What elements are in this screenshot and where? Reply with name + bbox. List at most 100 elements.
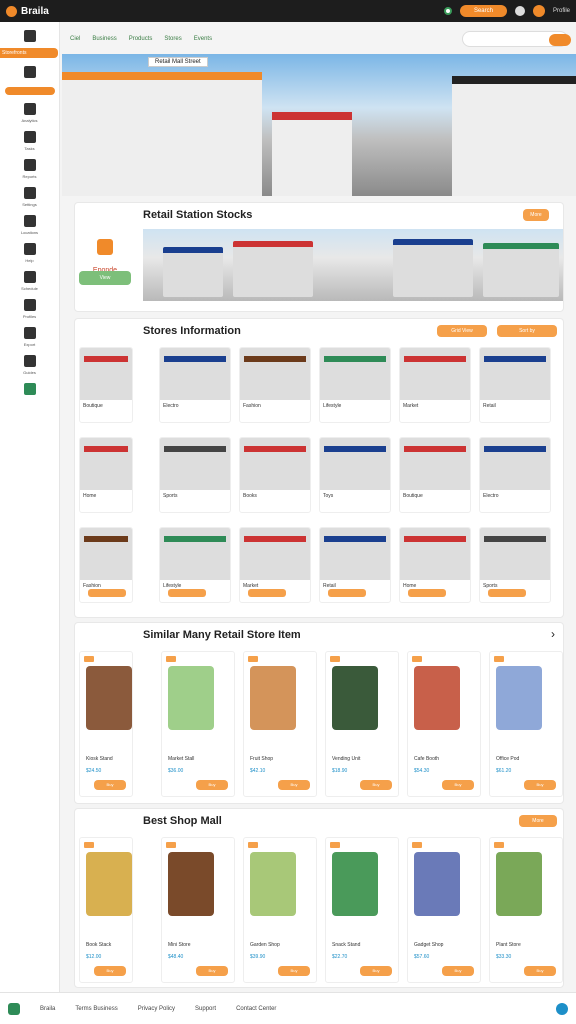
store-tile[interactable]: Market: [399, 347, 471, 423]
product-card[interactable]: Garden Shop $39.90 Buy: [243, 837, 317, 983]
store-photo: [480, 528, 550, 580]
buy-button[interactable]: Buy: [524, 966, 556, 976]
store-tile[interactable]: Toys: [319, 437, 391, 513]
help-icon[interactable]: [556, 1002, 568, 1015]
tab-ciel[interactable]: Ciel: [70, 36, 80, 42]
store-button[interactable]: [168, 589, 206, 597]
settings-icon[interactable]: [514, 6, 525, 16]
store-caption: Boutique: [403, 493, 423, 499]
store-button[interactable]: [248, 589, 286, 597]
sidebar-item-profiles[interactable]: Profiles: [0, 299, 59, 319]
footer-link[interactable]: Privacy Policy: [138, 1006, 175, 1012]
sidebar-item-locations[interactable]: Locations: [0, 215, 59, 235]
tab-products[interactable]: Products: [129, 36, 153, 42]
tab-stores[interactable]: Stores: [164, 36, 181, 42]
avatar[interactable]: [532, 5, 545, 17]
buy-button[interactable]: Buy: [360, 966, 392, 976]
sidebar-item-help[interactable]: Help: [0, 243, 59, 263]
store-tile[interactable]: Lifestyle: [159, 527, 231, 603]
sidebar-item-export[interactable]: Export: [0, 327, 59, 347]
product-card[interactable]: Mini Store $48.40 Buy: [161, 837, 235, 983]
product-price: $22.70: [332, 954, 348, 960]
product-card[interactable]: Office Pod $61.20 Buy: [489, 651, 563, 797]
store-tile[interactable]: Lifestyle: [319, 347, 391, 423]
buy-button[interactable]: Buy: [94, 780, 126, 790]
product-card[interactable]: Cafe Booth $54.30 Buy: [407, 651, 481, 797]
status-icon[interactable]: [443, 7, 452, 15]
sidebar-item-analytics[interactable]: Analytics: [0, 103, 59, 123]
product-tag: [84, 656, 94, 662]
footer-link[interactable]: Terms Business: [75, 1006, 117, 1012]
store-tile[interactable]: Fashion: [239, 347, 311, 423]
store-photo: [80, 348, 132, 400]
product-tag: [166, 656, 176, 662]
product-card[interactable]: Plant Store $33.30 Buy: [489, 837, 563, 983]
store-tile[interactable]: Electro: [479, 437, 551, 513]
product-price: $54.30: [414, 768, 430, 774]
store-tile[interactable]: Retail: [319, 527, 391, 603]
store-button[interactable]: [408, 589, 446, 597]
buy-button[interactable]: Buy: [278, 780, 310, 790]
store-tile[interactable]: Electro: [159, 347, 231, 423]
sidebar-item-reports[interactable]: Reports: [0, 159, 59, 179]
store-button[interactable]: [88, 589, 126, 597]
store-tile[interactable]: Boutique: [399, 437, 471, 513]
sidebar-item-guides[interactable]: Guides: [0, 355, 59, 375]
shop-facade: [233, 241, 313, 297]
store-tile[interactable]: Market: [239, 527, 311, 603]
store-tile[interactable]: Sports: [479, 527, 551, 603]
store-caption: Books: [243, 493, 257, 499]
grid-view-button[interactable]: Grid View: [437, 325, 487, 337]
store-tile[interactable]: Home: [399, 527, 471, 603]
sort-button[interactable]: Sort by: [497, 325, 557, 337]
store-tile[interactable]: Retail: [479, 347, 551, 423]
product-card[interactable]: Fruit Shop $42.10 Buy: [243, 651, 317, 797]
product-card[interactable]: Market Stall $36.00 Buy: [161, 651, 235, 797]
product-card[interactable]: Book Stack $12.00 Buy: [79, 837, 133, 983]
toggle-switch[interactable]: [549, 34, 571, 46]
account-label[interactable]: Profile: [553, 8, 570, 14]
buy-button[interactable]: Buy: [94, 966, 126, 976]
buy-button[interactable]: Buy: [360, 780, 392, 790]
buy-button[interactable]: Buy: [524, 780, 556, 790]
sidebar-item-storefronts[interactable]: Storefronts: [0, 48, 58, 58]
product-name: Mini Store: [168, 942, 191, 948]
product-card[interactable]: Snack Stand $22.70 Buy: [325, 837, 399, 983]
store-tile[interactable]: Books: [239, 437, 311, 513]
product-price: $42.10: [250, 768, 266, 774]
buy-button[interactable]: Buy: [278, 966, 310, 976]
buy-button[interactable]: Buy: [442, 780, 474, 790]
chevron-right-icon[interactable]: ›: [551, 627, 555, 641]
store-tile[interactable]: Home: [79, 437, 133, 513]
mall-more-button[interactable]: More: [519, 815, 557, 827]
footer-link[interactable]: Support: [195, 1006, 216, 1012]
store-tile[interactable]: Boutique: [79, 347, 133, 423]
search-input[interactable]: [462, 31, 571, 47]
sidebar-item-store[interactable]: [0, 383, 59, 398]
sidebar-item-home[interactable]: [0, 30, 59, 45]
featured-more-button[interactable]: More: [523, 209, 549, 221]
sidebar-item-tasks[interactable]: Tasks: [0, 131, 59, 151]
sidebar-item-settings[interactable]: Settings: [0, 187, 59, 207]
buy-button[interactable]: Buy: [196, 780, 228, 790]
product-card[interactable]: Gadget Shop $57.60 Buy: [407, 837, 481, 983]
sidebar-pill[interactable]: [4, 87, 55, 95]
buy-button[interactable]: Buy: [442, 966, 474, 976]
sidebar-item-inventory[interactable]: [0, 66, 59, 95]
featured-view-button[interactable]: View: [79, 271, 131, 285]
product-card[interactable]: Vending Unit $18.90 Buy: [325, 651, 399, 797]
sidebar-item-schedule[interactable]: Schedule: [0, 271, 59, 291]
topbar-action-button[interactable]: Search: [459, 5, 507, 17]
store-button[interactable]: [488, 589, 526, 597]
footer-link[interactable]: Contact Center: [236, 1006, 276, 1012]
tab-business[interactable]: Business: [92, 36, 116, 42]
stores-card: Stores Information Grid View Sort by Bou…: [74, 318, 564, 618]
store-tile[interactable]: Fashion: [79, 527, 133, 603]
export-icon: [23, 327, 36, 339]
tab-events[interactable]: Events: [194, 36, 212, 42]
store-caption: Market: [403, 403, 419, 409]
store-tile[interactable]: Sports: [159, 437, 231, 513]
store-button[interactable]: [328, 589, 366, 597]
buy-button[interactable]: Buy: [196, 966, 228, 976]
product-card[interactable]: Kiosk Stand $24.50 Buy: [79, 651, 133, 797]
